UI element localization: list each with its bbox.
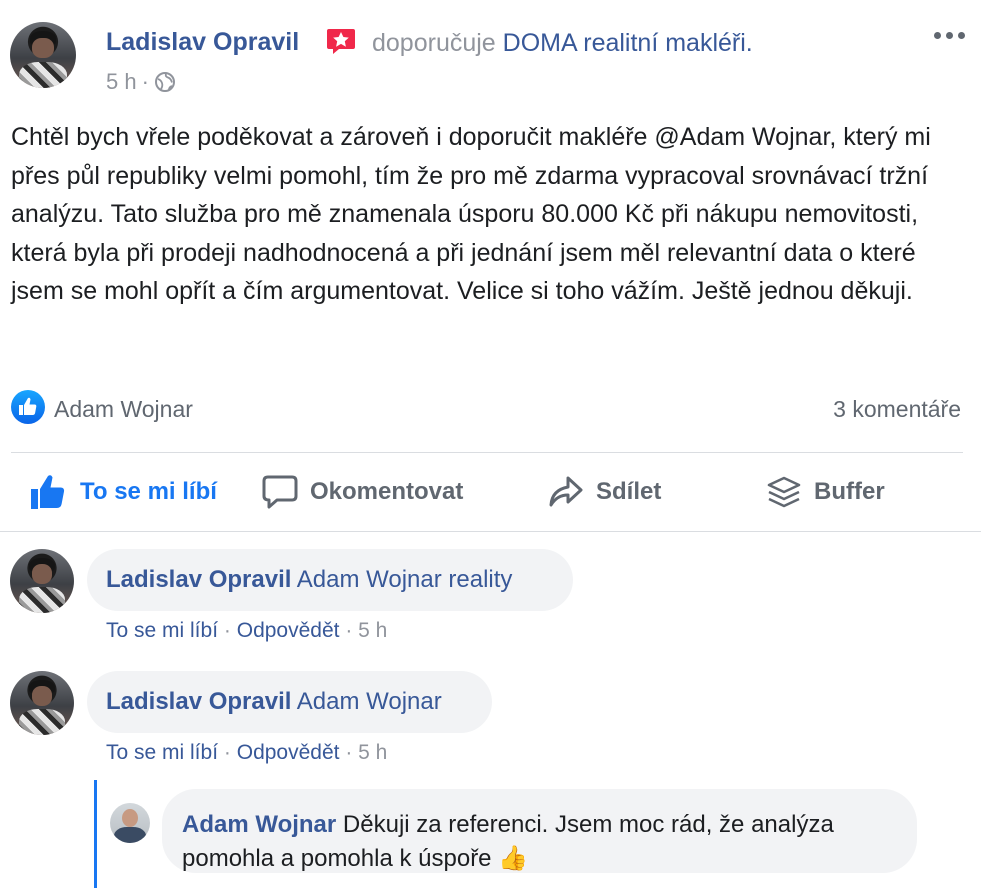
comment-count-link[interactable]: 3 komentáře <box>833 396 961 423</box>
reply-content: Adam Wojnar Děkuji za referenci. Jsem mo… <box>182 808 902 876</box>
buffer-label: Buffer <box>814 478 885 505</box>
recommends-text: doporučuje <box>372 29 496 57</box>
reply-author[interactable]: Adam Wojnar <box>182 811 336 838</box>
like-reaction-icon[interactable] <box>10 389 46 425</box>
comment-actions: To se mi líbí · Odpovědět · 5 h <box>106 619 388 642</box>
post-text: Chtěl bych vřele poděkovat a zároveň i d… <box>11 123 931 306</box>
author-name[interactable]: Ladislav Opravil <box>106 28 299 57</box>
like-label: To se mi líbí <box>80 478 217 505</box>
share-label: Sdílet <box>596 478 662 505</box>
comment-button[interactable]: Okomentovat <box>262 470 463 514</box>
post-meta: 5 h · <box>106 69 176 95</box>
actions-divider <box>0 531 981 532</box>
comment-icon <box>262 475 298 509</box>
recommendation-line: doporučuje DOMA realitní makléři. <box>372 29 753 58</box>
reply-avatar[interactable] <box>110 803 150 843</box>
meta-separator: · <box>141 69 149 94</box>
comment-author[interactable]: Ladislav Opravil <box>106 566 291 593</box>
comment-bubble: Ladislav Opravil Adam Wojnar <box>87 671 492 733</box>
comment-actions: To se mi líbí · Odpovědět · 5 h <box>106 741 388 764</box>
page-name-link[interactable]: DOMA realitní makléři. <box>503 29 753 57</box>
more-options-icon[interactable] <box>934 28 970 42</box>
comment-time[interactable]: 5 h <box>358 619 387 642</box>
comment-author[interactable]: Ladislav Opravil <box>106 688 291 715</box>
comment-time[interactable]: 5 h <box>358 741 387 764</box>
like-button[interactable]: To se mi líbí <box>28 470 217 514</box>
comment-like-link[interactable]: To se mi líbí <box>106 741 218 764</box>
comment-bubble: Ladislav Opravil Adam Wojnar reality <box>87 549 573 611</box>
author-avatar[interactable] <box>10 22 76 88</box>
reactions-divider <box>11 452 963 453</box>
comment-mention[interactable]: Adam Wojnar <box>297 688 442 715</box>
buffer-layers-icon <box>767 476 801 508</box>
share-button[interactable]: Sdílet <box>548 470 661 514</box>
buffer-button[interactable]: Buffer <box>766 470 885 514</box>
comment-mention[interactable]: Adam Wojnar reality <box>297 566 513 593</box>
comment-label: Okomentovat <box>310 478 464 505</box>
likers-link[interactable]: Adam Wojnar <box>54 396 193 423</box>
comment-avatar[interactable] <box>10 549 74 613</box>
comment-reply-link[interactable]: Odpovědět <box>237 741 340 764</box>
comment-avatar[interactable] <box>10 671 74 735</box>
comment-reply-link[interactable]: Odpovědět <box>237 619 340 642</box>
reply-thread-line <box>94 780 97 888</box>
post-time[interactable]: 5 h <box>106 69 137 95</box>
comment-like-link[interactable]: To se mi líbí <box>106 619 218 642</box>
thumbs-up-icon <box>31 475 65 509</box>
recommendation-star-icon <box>327 29 355 54</box>
globe-icon[interactable] <box>154 71 176 93</box>
share-arrow-icon <box>549 476 583 507</box>
